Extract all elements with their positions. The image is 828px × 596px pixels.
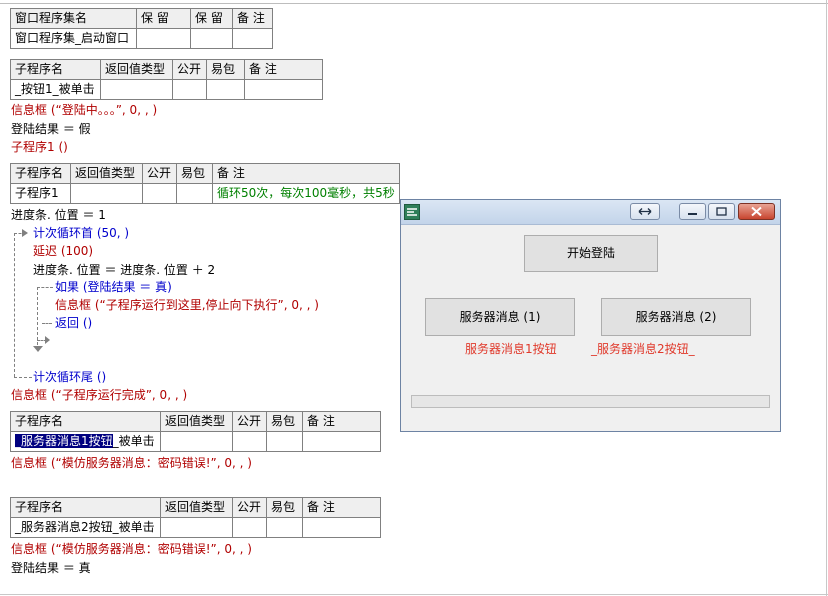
subroutine-name[interactable]: _服务器消息2按钮_被单击 [10, 517, 161, 538]
header-cell: 备 注 [232, 8, 273, 29]
start-login-button[interactable]: 开始登陆 [524, 235, 658, 272]
subroutine-remark[interactable]: 循环50次，每次100毫秒，共5秒 [212, 183, 400, 204]
top-divider [0, 3, 828, 4]
code-line[interactable]: 信息框 (“模仿服务器消息：密码错误!”, 0, , ) [11, 455, 252, 471]
if-guide-line [37, 287, 53, 288]
subroutine-name[interactable]: _服务器消息1按钮_被单击 [10, 431, 161, 452]
header-cell: 子程序名 [10, 59, 101, 80]
table-cell[interactable] [172, 79, 207, 100]
preview-window: 开始登陆 服务器消息 (1) 服务器消息 (2) 服务器消息1按钮 _服务器消息… [400, 199, 781, 432]
arrow-down-icon [33, 346, 43, 352]
if-guide-line [42, 323, 52, 324]
code-line[interactable]: 进度条. 位置 ＝ 1 [11, 207, 106, 223]
header-cell: 子程序名 [10, 163, 71, 184]
header-cell: 易包 [266, 497, 303, 518]
code-line[interactable]: 信息框 (“子程序运行到这里,停止向下执行”, 0, , ) [55, 297, 319, 313]
code-line[interactable]: 进度条. 位置 ＝ 进度条. 位置 ＋ 2 [33, 262, 215, 278]
right-divider [826, 0, 827, 596]
app-icon [404, 204, 420, 220]
header-cell: 返回值类型 [100, 59, 173, 80]
table-cell[interactable] [302, 517, 381, 538]
minimize-icon[interactable] [679, 203, 706, 220]
window-set-table: 窗口程序集名 保 留 保 留 备 注 窗口程序集_启动窗口 [10, 8, 273, 49]
header-cell: 公开 [232, 411, 267, 432]
maximize-icon[interactable] [708, 203, 735, 220]
header-cell: 易包 [266, 411, 303, 432]
table-cell[interactable] [100, 79, 173, 100]
code-line[interactable]: 计次循环首 (50, ) [33, 225, 129, 241]
code-line[interactable]: 信息框 (“子程序运行完成”, 0, , ) [11, 387, 187, 403]
close-icon[interactable] [738, 203, 775, 220]
subroutine-table-server1: 子程序名 返回值类型 公开 易包 备 注 _服务器消息1按钮_被单击 [10, 411, 381, 452]
table-cell[interactable] [190, 28, 233, 49]
server-message-1-button[interactable]: 服务器消息 (1) [425, 298, 575, 336]
header-cell: 备 注 [302, 411, 381, 432]
subroutine-name-rest: _被单击 [112, 434, 155, 448]
header-cell: 返回值类型 [160, 411, 233, 432]
subroutine-table-button1: 子程序名 返回值类型 公开 易包 备 注 _按钮1_被单击 [10, 59, 323, 100]
subroutine-table-server2: 子程序名 返回值类型 公开 易包 备 注 _服务器消息2按钮_被单击 [10, 497, 381, 538]
header-cell: 公开 [142, 163, 177, 184]
header-cell: 子程序名 [10, 497, 161, 518]
header-cell: 备 注 [212, 163, 400, 184]
code-line[interactable]: 登陆结果 ＝ 真 [11, 560, 91, 576]
window-set-name[interactable]: 窗口程序集_启动窗口 [10, 28, 137, 49]
header-cell: 窗口程序集名 [10, 8, 137, 29]
code-line[interactable]: 登陆结果 ＝ 假 [11, 121, 91, 137]
code-line[interactable]: 信息框 (“模仿服务器消息：密码错误!”, 0, , ) [11, 541, 252, 557]
table-cell[interactable] [136, 28, 191, 49]
header-cell: 备 注 [244, 59, 323, 80]
code-line[interactable]: 计次循环尾 () [33, 369, 106, 385]
subroutine-name[interactable]: 子程序1 [10, 183, 71, 204]
if-guide-line [37, 287, 38, 345]
header-cell: 子程序名 [10, 411, 161, 432]
window-client-area: 开始登陆 服务器消息 (1) 服务器消息 (2) 服务器消息1按钮 _服务器消息… [401, 225, 780, 431]
table-cell[interactable] [70, 183, 143, 204]
table-cell[interactable] [266, 431, 303, 452]
resize-arrows-icon[interactable] [630, 203, 660, 220]
table-cell[interactable] [232, 431, 267, 452]
header-cell: 保 留 [136, 8, 191, 29]
code-line[interactable]: 返回 () [55, 315, 92, 331]
subroutine-name[interactable]: _按钮1_被单击 [10, 79, 101, 100]
loop-guide-line [14, 377, 32, 378]
header-cell: 公开 [232, 497, 267, 518]
loop-guide-line [14, 233, 15, 377]
header-cell: 公开 [172, 59, 207, 80]
subroutine-table-sub1: 子程序名 返回值类型 公开 易包 备 注 子程序1 循环50次，每次100毫秒，… [10, 163, 400, 204]
server-label-1: 服务器消息1按钮 [465, 342, 557, 356]
selected-text[interactable]: _服务器消息1按钮 [15, 434, 113, 448]
header-cell: 返回值类型 [70, 163, 143, 184]
server-label-2: _服务器消息2按钮_ [591, 342, 695, 356]
arrow-right-icon [22, 229, 28, 237]
code-line[interactable]: 信息框 (“登陆中。。。”, 0, , ) [11, 102, 157, 118]
bottom-divider [0, 594, 828, 595]
header-cell: 保 留 [190, 8, 233, 29]
table-cell[interactable] [142, 183, 177, 204]
table-cell[interactable] [160, 517, 233, 538]
header-cell: 易包 [176, 163, 213, 184]
window-titlebar[interactable] [401, 200, 780, 225]
table-cell[interactable] [244, 79, 323, 100]
header-cell: 易包 [206, 59, 245, 80]
table-cell[interactable] [302, 431, 381, 452]
arrow-right-icon [45, 336, 50, 344]
table-cell[interactable] [160, 431, 233, 452]
table-cell[interactable] [232, 517, 267, 538]
header-cell: 备 注 [302, 497, 381, 518]
table-cell[interactable] [176, 183, 213, 204]
code-line[interactable]: 子程序1 () [11, 139, 68, 155]
header-cell: 返回值类型 [160, 497, 233, 518]
table-cell[interactable] [266, 517, 303, 538]
code-line[interactable]: 延迟 (100) [33, 243, 93, 259]
table-cell[interactable] [232, 28, 273, 49]
progress-bar [411, 395, 770, 408]
code-line[interactable]: 如果 (登陆结果 ＝ 真) [55, 279, 172, 295]
server-message-2-button[interactable]: 服务器消息 (2) [601, 298, 751, 336]
table-cell[interactable] [206, 79, 245, 100]
